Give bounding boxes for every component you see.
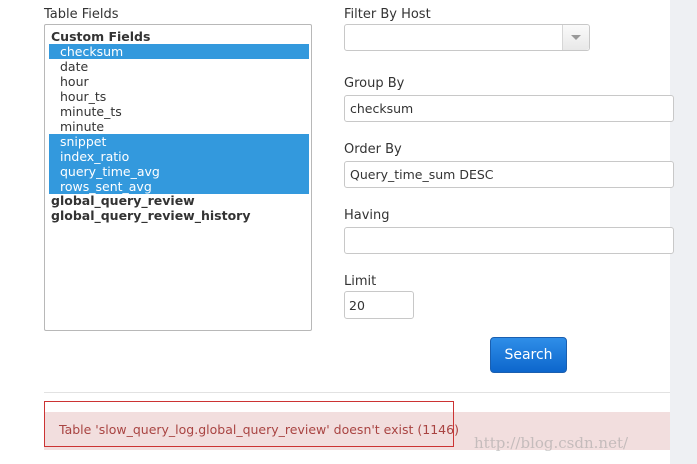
- dropdown-toggle-button[interactable]: [562, 25, 589, 50]
- field-option-date[interactable]: date: [49, 59, 309, 74]
- limit-label: Limit: [344, 274, 377, 289]
- report-panel: Table Fields Custom Fields checksum date h…: [0, 0, 674, 464]
- custom-fields-group-label: Custom Fields: [51, 29, 151, 44]
- having-label: Having: [344, 208, 390, 223]
- group-by-label: Group By: [344, 76, 405, 91]
- limit-input[interactable]: [344, 291, 414, 319]
- field-option-hour[interactable]: hour: [49, 74, 309, 89]
- field-option-hour-ts[interactable]: hour_ts: [49, 89, 309, 104]
- filter-by-host-select[interactable]: [344, 24, 590, 51]
- filter-by-host-label: Filter By Host: [344, 7, 431, 22]
- order-by-label: Order By: [344, 142, 402, 157]
- field-option-index-ratio[interactable]: index_ratio: [49, 149, 309, 164]
- error-message: Table 'slow_query_log.global_query_revie…: [59, 422, 459, 437]
- table-fields-label: Table Fields: [44, 7, 119, 22]
- table-fields-listbox[interactable]: Custom Fields checksum date hour hour_ts min…: [44, 24, 312, 331]
- field-option-rows-sent-avg[interactable]: rows_sent_avg: [49, 179, 309, 194]
- field-option-minute-ts[interactable]: minute_ts: [49, 104, 309, 119]
- global-query-review-history-group-label: global_query_review_history: [51, 208, 251, 223]
- chevron-down-icon: [571, 35, 581, 40]
- field-option-query-time-avg[interactable]: query_time_avg: [49, 164, 309, 179]
- having-input[interactable]: [344, 227, 674, 254]
- field-option-minute[interactable]: minute: [49, 119, 309, 134]
- field-option-snippet[interactable]: snippet: [49, 134, 309, 149]
- global-query-review-group-label: global_query_review: [51, 193, 195, 208]
- field-option-checksum[interactable]: checksum: [49, 44, 309, 59]
- group-by-input[interactable]: [344, 95, 674, 122]
- search-button[interactable]: Search: [490, 337, 567, 373]
- divider: [44, 392, 670, 393]
- order-by-input[interactable]: [344, 161, 674, 188]
- watermark: http://blog.csdn.net/: [474, 434, 629, 452]
